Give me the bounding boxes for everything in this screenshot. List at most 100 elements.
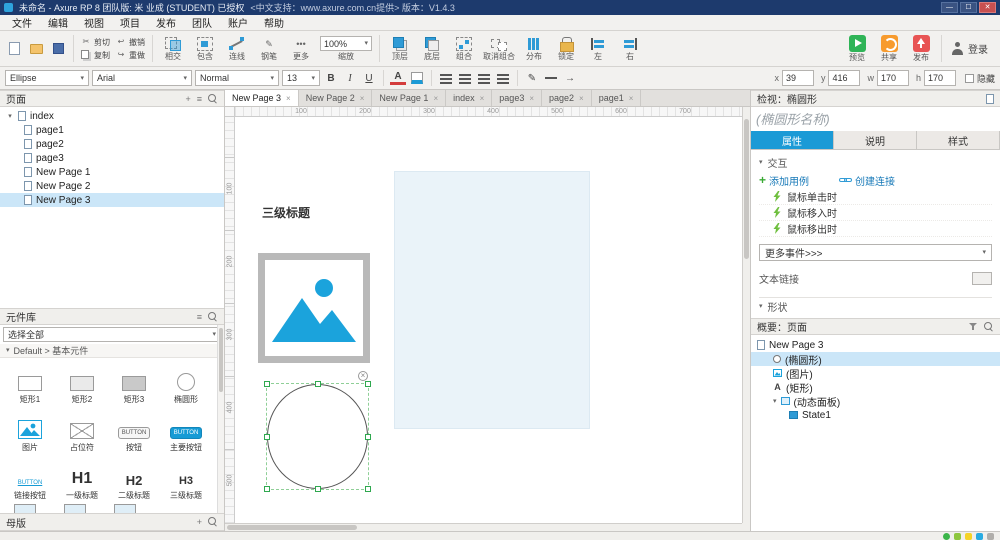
widget-h1[interactable]: H1一级标题 bbox=[56, 458, 108, 501]
tray-icon-green[interactable] bbox=[943, 533, 950, 540]
resize-handle-w[interactable] bbox=[264, 434, 270, 440]
tree-item-page3[interactable]: page3 bbox=[0, 151, 224, 165]
page-menu-icon[interactable]: ≡ bbox=[197, 94, 202, 104]
underline-button[interactable]: U bbox=[361, 70, 377, 86]
arrow-style-button[interactable]: → bbox=[562, 70, 578, 86]
bold-button[interactable]: B bbox=[323, 70, 339, 86]
close-tab-icon[interactable]: × bbox=[480, 94, 485, 103]
outline-item-image[interactable]: (图片) bbox=[751, 366, 1000, 380]
resize-handle-se[interactable] bbox=[365, 486, 371, 492]
outline-item-rect[interactable]: A(矩形) bbox=[751, 380, 1000, 394]
widget-rect3[interactable]: 矩形3 bbox=[108, 362, 160, 405]
menu-item-publish[interactable]: 发布 bbox=[148, 15, 184, 30]
tree-item-index[interactable]: ▾index bbox=[0, 109, 224, 123]
event-onclick[interactable]: 鼠标单击时 bbox=[759, 189, 992, 205]
type-style-select[interactable]: Normal▾ bbox=[195, 70, 279, 86]
close-tab-icon[interactable]: × bbox=[286, 94, 291, 103]
select-intersect-button[interactable]: 相交 bbox=[158, 33, 188, 65]
tree-item-new-page-1[interactable]: New Page 1 bbox=[0, 165, 224, 179]
menu-item-file[interactable]: 文件 bbox=[4, 15, 40, 30]
library-section-header[interactable]: ▾Default > 基本元件 bbox=[0, 344, 224, 358]
canvas-viewport[interactable]: 三级标题 × bbox=[235, 117, 742, 523]
vertical-align-button[interactable] bbox=[495, 70, 511, 86]
menu-item-view[interactable]: 视图 bbox=[76, 15, 112, 30]
send-to-back-button[interactable]: 底层 bbox=[417, 33, 447, 65]
search-pages-icon[interactable] bbox=[208, 94, 218, 104]
scrollbar-thumb[interactable] bbox=[744, 119, 749, 259]
library-scrollbar[interactable] bbox=[217, 325, 224, 513]
tab-new-page-1[interactable]: New Page 1× bbox=[372, 90, 446, 106]
ungroup-button[interactable]: 取消组合 bbox=[481, 33, 517, 65]
event-onmouseenter[interactable]: 鼠标移入时 bbox=[759, 205, 992, 221]
image-widget[interactable] bbox=[258, 253, 370, 363]
resize-handle-ne[interactable] bbox=[365, 381, 371, 387]
widget-rect1[interactable]: 矩形1 bbox=[4, 362, 56, 405]
align-text-right-button[interactable] bbox=[476, 70, 492, 86]
more-tools-button[interactable]: •••更多 bbox=[286, 33, 316, 65]
font-family-select[interactable]: Arial▾ bbox=[92, 70, 192, 86]
cut-button[interactable]: ✂剪切 bbox=[81, 37, 110, 48]
publish-button[interactable]: 发布 bbox=[906, 33, 936, 65]
redo-button[interactable]: ↪重做 bbox=[116, 50, 145, 61]
border-color-button[interactable]: ✎ bbox=[524, 70, 540, 86]
widget-button[interactable]: BUTTON按钮 bbox=[108, 410, 160, 453]
library-filter-select[interactable]: 选择全部▾ bbox=[3, 327, 221, 342]
distribute-button[interactable]: 分布 bbox=[519, 33, 549, 65]
resize-handle-sw[interactable] bbox=[264, 486, 270, 492]
shape-section-header[interactable]: ▾形状 bbox=[759, 297, 992, 315]
tray-icon-blue[interactable] bbox=[976, 533, 983, 540]
h-input[interactable] bbox=[924, 70, 956, 86]
h3-heading-widget[interactable]: 三级标题 bbox=[262, 204, 310, 221]
add-case-link[interactable]: +添加用例 bbox=[759, 173, 809, 188]
minimize-button[interactable]: — bbox=[941, 2, 958, 13]
hide-checkbox[interactable] bbox=[965, 74, 974, 83]
tab-style[interactable]: 样式 bbox=[917, 131, 1000, 149]
copy-button[interactable]: 复制 bbox=[81, 50, 110, 61]
text-link-button[interactable] bbox=[972, 272, 992, 285]
outline-item-state1[interactable]: State1 bbox=[751, 408, 1000, 422]
search-library-icon[interactable] bbox=[208, 312, 218, 322]
login-button[interactable]: 登录 bbox=[951, 41, 988, 56]
hide-toggle[interactable]: 隐藏 bbox=[965, 72, 995, 85]
font-size-select[interactable]: 13▾ bbox=[282, 70, 320, 86]
ellipse-widget-selected[interactable]: × bbox=[267, 384, 368, 489]
widget-image[interactable]: 图片 bbox=[4, 410, 56, 453]
close-tab-icon[interactable]: × bbox=[529, 94, 534, 103]
tree-item-new-page-2[interactable]: New Page 2 bbox=[0, 179, 224, 193]
outline-item-page[interactable]: New Page 3 bbox=[751, 338, 1000, 352]
widget-name-input[interactable] bbox=[756, 109, 995, 129]
tree-item-page2[interactable]: page2 bbox=[0, 137, 224, 151]
resize-handle-s[interactable] bbox=[315, 486, 321, 492]
interactions-section-header[interactable]: ▾交互 bbox=[759, 153, 992, 171]
collapse-icon[interactable]: ▾ bbox=[6, 113, 14, 120]
search-masters-icon[interactable] bbox=[208, 517, 218, 527]
widget-rect2[interactable]: 矩形2 bbox=[56, 362, 108, 405]
menu-item-project[interactable]: 项目 bbox=[112, 15, 148, 30]
tab-notes[interactable]: 说明 bbox=[834, 131, 917, 149]
zoom-select[interactable]: 100%▾ bbox=[320, 36, 372, 51]
close-tab-icon[interactable]: × bbox=[629, 94, 634, 103]
close-tab-icon[interactable]: × bbox=[579, 94, 584, 103]
line-width-button[interactable] bbox=[543, 70, 559, 86]
library-menu-icon[interactable]: ≡ bbox=[197, 312, 202, 322]
save-button[interactable] bbox=[48, 36, 68, 62]
tray-icon-yellow[interactable] bbox=[965, 533, 972, 540]
menu-item-account[interactable]: 账户 bbox=[220, 15, 256, 30]
pen-button[interactable]: ✎钢笔 bbox=[254, 33, 284, 65]
outline-item-ellipse[interactable]: (椭圆形) bbox=[751, 352, 1000, 366]
undo-button[interactable]: ↩撤销 bbox=[116, 37, 145, 48]
tab-new-page-2[interactable]: New Page 2× bbox=[299, 90, 373, 106]
collapse-icon[interactable]: ▾ bbox=[773, 398, 777, 405]
widget-h2[interactable]: H2二级标题 bbox=[108, 458, 160, 501]
resize-handle-e[interactable] bbox=[365, 434, 371, 440]
font-color-button[interactable]: A bbox=[390, 71, 406, 85]
widget-h3[interactable]: H3三级标题 bbox=[160, 458, 212, 501]
tree-item-page1[interactable]: page1 bbox=[0, 123, 224, 137]
maximize-button[interactable]: ☐ bbox=[960, 2, 977, 13]
align-right-button[interactable]: 右 bbox=[615, 33, 645, 65]
connector-button[interactable]: 连线 bbox=[222, 33, 252, 65]
share-button[interactable]: 共享 bbox=[874, 33, 904, 65]
tab-page3[interactable]: page3× bbox=[492, 90, 542, 106]
event-onmouseleave[interactable]: 鼠标移出时 bbox=[759, 221, 992, 237]
masters-panel-header[interactable]: 母版 + bbox=[0, 513, 224, 531]
